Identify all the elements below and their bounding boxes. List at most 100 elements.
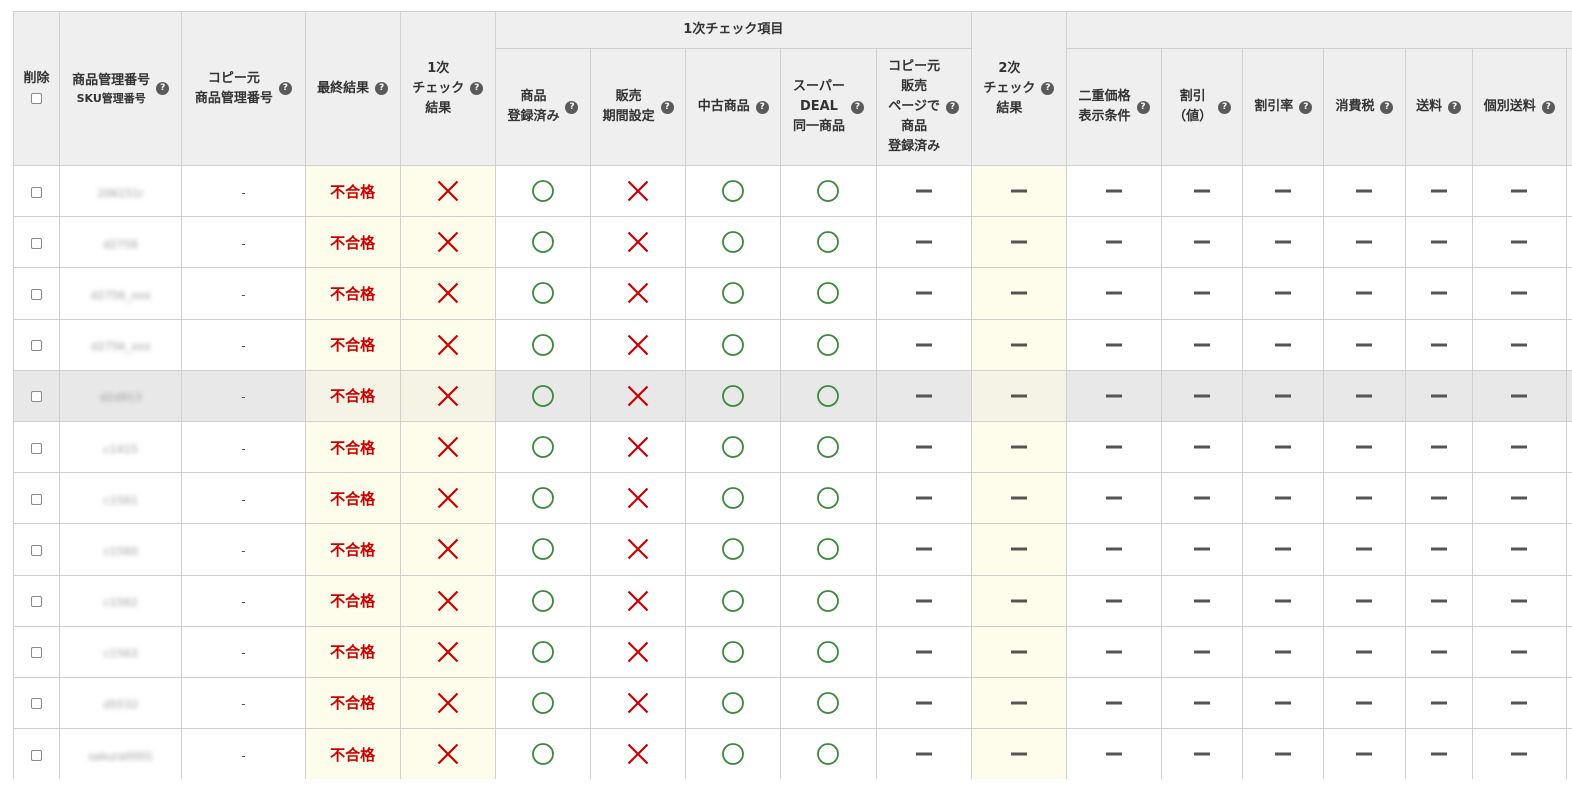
dash-icon — [877, 650, 971, 654]
row-registered-cell — [494, 574, 592, 627]
row-checkbox[interactable] — [31, 596, 43, 608]
help-icon[interactable]: ? — [755, 100, 769, 114]
help-icon[interactable]: ? — [1136, 100, 1150, 114]
cross-icon — [401, 589, 495, 613]
help-icon[interactable]: ? — [1218, 100, 1232, 114]
dash-icon — [972, 343, 1066, 347]
table-row: sakura0001 - 不合格 — [13, 728, 1572, 779]
row-sale-period-cell — [590, 216, 687, 269]
row-delete-cell — [13, 472, 61, 525]
row-checkbox[interactable] — [31, 237, 43, 249]
col-discount-label-2: （値） — [1173, 109, 1213, 124]
row-delete-cell — [13, 267, 61, 320]
dash-icon — [972, 599, 1066, 603]
row-sku: c1561 — [103, 493, 138, 507]
help-icon[interactable]: ? — [565, 100, 579, 114]
dash-icon — [877, 496, 971, 500]
circle-icon — [781, 589, 875, 613]
help-icon[interactable]: ? — [946, 100, 960, 114]
row-copy-page-cell — [875, 472, 972, 525]
circle-icon — [496, 589, 590, 613]
dash-icon — [1243, 445, 1323, 449]
help-icon[interactable]: ? — [1299, 100, 1313, 114]
row-copy-source: - — [241, 390, 246, 405]
row-next-cutoff-cell — [1565, 472, 1572, 525]
row-checkbox[interactable] — [31, 544, 43, 556]
row-checkbox[interactable] — [31, 493, 43, 505]
row-copy-page-cell — [875, 625, 972, 678]
row-checkbox[interactable] — [31, 340, 43, 352]
row-discount-cell — [1161, 267, 1244, 320]
dash-icon — [1324, 650, 1404, 654]
col-dual-price-label-1: 二重価格 — [1078, 89, 1131, 104]
help-icon[interactable]: ? — [470, 82, 484, 95]
help-icon[interactable]: ? — [156, 82, 170, 95]
dash-icon — [1067, 445, 1161, 449]
help-icon[interactable]: ? — [1448, 100, 1462, 114]
select-all-checkbox[interactable] — [31, 92, 43, 104]
row-sku-cell: c1561 — [59, 472, 183, 525]
row-copy-source: - — [241, 185, 246, 200]
dash-icon — [877, 701, 971, 705]
col-discount-rate-label: 割引率 — [1254, 99, 1294, 114]
dash-icon — [1243, 291, 1323, 295]
row-sku-cell: c1560 — [59, 523, 183, 576]
row-checkbox[interactable] — [31, 186, 43, 198]
row-copy-source: - — [241, 646, 246, 661]
row-registered-cell — [494, 267, 592, 320]
circle-icon — [781, 640, 875, 664]
dash-icon — [1406, 752, 1472, 756]
row-discount-rate-cell — [1242, 267, 1325, 320]
group-check2-items: 2次チ — [1065, 11, 1572, 49]
row-individual-shipping-cell — [1471, 728, 1567, 779]
dash-icon — [1406, 291, 1472, 295]
dash-icon — [877, 752, 971, 756]
row-sale-period-cell — [590, 728, 687, 779]
help-icon[interactable]: ? — [1380, 100, 1394, 114]
cross-icon — [591, 281, 685, 305]
row-sale-period-cell — [590, 267, 687, 320]
row-checkbox[interactable] — [31, 749, 43, 761]
row-shipping-cell — [1404, 728, 1473, 779]
dash-icon — [1324, 599, 1404, 603]
dash-icon — [1324, 701, 1404, 705]
help-icon[interactable]: ? — [660, 100, 674, 114]
row-tax-cell — [1323, 164, 1406, 218]
row-discount-cell — [1161, 676, 1244, 730]
row-copy-source: - — [241, 543, 246, 558]
dash-icon — [877, 240, 971, 244]
row-final-result: 不合格 — [330, 540, 376, 559]
row-checkbox[interactable] — [31, 698, 43, 710]
row-sku: d2d913 — [99, 391, 142, 405]
row-dual-price-cell — [1065, 676, 1163, 730]
row-dual-price-cell — [1065, 420, 1163, 474]
row-copy-source-cell: - — [181, 728, 306, 779]
dash-icon — [1324, 496, 1404, 500]
row-final-result: 不合格 — [330, 233, 376, 252]
col-copy-page-label-5: 登録済み — [888, 139, 941, 154]
row-check1-result-cell — [399, 472, 496, 525]
row-check2-result-cell — [970, 728, 1067, 779]
row-checkbox[interactable] — [31, 442, 43, 454]
help-icon[interactable]: ? — [1041, 82, 1055, 95]
row-final-result: 不合格 — [330, 745, 376, 764]
dash-icon — [1324, 547, 1404, 551]
dash-icon — [1067, 394, 1161, 398]
help-icon[interactable]: ? — [375, 82, 389, 95]
row-check1-result-cell — [399, 523, 496, 576]
row-delete-cell — [13, 625, 61, 678]
row-dual-price-cell — [1065, 625, 1163, 678]
col-check1-label-2: チェック — [412, 80, 465, 96]
col-copy-page-label-1: コピー元 — [888, 59, 941, 74]
help-icon[interactable]: ? — [278, 82, 292, 95]
cross-icon — [591, 486, 685, 510]
help-icon[interactable]: ? — [1541, 100, 1555, 114]
col-used: 中古商品 ? — [685, 48, 782, 166]
row-checkbox[interactable] — [31, 647, 43, 659]
row-checkbox[interactable] — [31, 391, 43, 403]
help-icon[interactable]: ? — [850, 100, 864, 114]
row-checkbox[interactable] — [31, 288, 43, 300]
dash-icon — [1406, 496, 1472, 500]
dash-icon — [1162, 240, 1242, 244]
row-shipping-cell — [1404, 267, 1473, 320]
